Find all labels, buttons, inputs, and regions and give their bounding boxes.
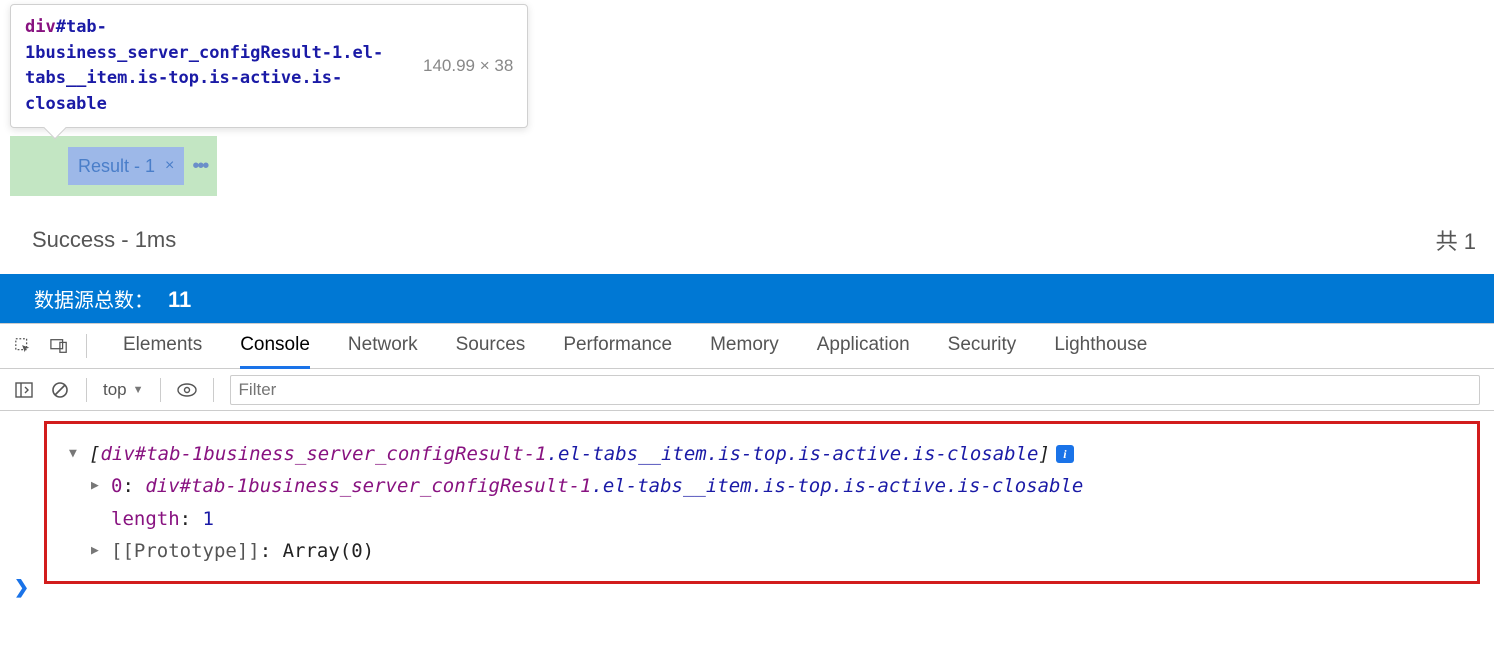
tab-sources[interactable]: Sources — [456, 324, 526, 369]
status-count: 共 1 — [1436, 224, 1476, 256]
separator: : — [180, 508, 203, 530]
divider — [213, 378, 214, 402]
property-key: length — [111, 508, 180, 530]
highlighted-output: ▼ [div#tab-1business_server_configResult… — [44, 421, 1480, 584]
element-selector-tag: div#tab-1business_server_configResult-1 — [145, 475, 591, 497]
tab-security[interactable]: Security — [948, 324, 1017, 369]
disclosure-triangle-icon[interactable]: ▶ — [91, 475, 105, 497]
property-key: [[Prototype]] — [111, 540, 260, 562]
console-toolbar: top ▼ — [0, 369, 1494, 411]
element-selector-classes: .el-tabs__item.is-top.is-active.is-closa… — [591, 475, 1083, 497]
tab-console[interactable]: Console — [240, 324, 310, 369]
separator: : — [122, 475, 145, 497]
console-prompt-icon[interactable]: ❯ — [14, 577, 29, 598]
tooltip-tag: div — [25, 17, 56, 37]
tab-elements[interactable]: Elements — [123, 324, 202, 369]
filter-input[interactable] — [230, 375, 1480, 405]
page-content: div#tab-1business_server_configResult-1.… — [0, 0, 1494, 323]
status-text: Success - 1ms — [32, 227, 176, 253]
disclosure-triangle-icon[interactable]: ▶ — [91, 540, 105, 562]
divider — [86, 334, 87, 358]
tab-performance[interactable]: Performance — [563, 324, 672, 369]
context-selector[interactable]: top ▼ — [103, 380, 144, 400]
console-output: ▼ [div#tab-1business_server_configResult… — [0, 411, 1494, 600]
more-icon[interactable]: ••• — [192, 155, 207, 178]
inspect-element-icon[interactable] — [14, 337, 32, 355]
close-icon[interactable]: × — [165, 157, 174, 175]
datasource-banner: 数据源总数： 11 — [0, 274, 1494, 323]
devtools-tabs: Elements Console Network Sources Perform… — [123, 324, 1147, 369]
sidebar-toggle-icon[interactable] — [14, 380, 34, 400]
tab-lighthouse[interactable]: Lighthouse — [1054, 324, 1147, 369]
array-index: 0 — [111, 475, 122, 497]
result-tab[interactable]: Result - 1 × — [68, 147, 184, 185]
property-value: Array(0) — [283, 540, 375, 562]
banner-label: 数据源总数： — [34, 284, 154, 313]
devtools-tab-bar: Elements Console Network Sources Perform… — [0, 323, 1494, 369]
tab-application[interactable]: Application — [817, 324, 910, 369]
banner-count: 11 — [168, 287, 191, 313]
element-selector-tag: div#tab-1business_server_configResult-1 — [100, 443, 546, 465]
clear-console-icon[interactable] — [50, 380, 70, 400]
disclosure-triangle-icon[interactable]: ▼ — [69, 443, 83, 465]
device-toolbar-icon[interactable] — [50, 337, 68, 355]
result-tab-label: Result - 1 — [78, 156, 155, 177]
info-icon[interactable]: i — [1056, 445, 1074, 463]
inspected-tab-highlight: Result - 1 × ••• — [10, 136, 217, 196]
separator: : — [260, 540, 283, 562]
property-value: 1 — [203, 508, 214, 530]
divider — [160, 378, 161, 402]
console-line-prototype[interactable]: ▶ [[Prototype]]: Array(0) — [69, 535, 1457, 567]
console-line-index[interactable]: ▶ 0: div#tab-1business_server_configResu… — [69, 470, 1457, 502]
console-line-length[interactable]: ▶ length: 1 — [69, 503, 1457, 535]
tab-network[interactable]: Network — [348, 324, 418, 369]
divider — [86, 378, 87, 402]
tooltip-dimensions: 140.99 × 38 — [423, 53, 513, 79]
tooltip-selector-rest: #tab-1business_server_configResult-1.el-… — [25, 17, 383, 114]
tab-memory[interactable]: Memory — [710, 324, 779, 369]
chevron-down-icon: ▼ — [133, 384, 144, 396]
console-line-array[interactable]: ▼ [div#tab-1business_server_configResult… — [69, 438, 1457, 470]
context-label: top — [103, 380, 127, 400]
tooltip-selector: div#tab-1business_server_configResult-1.… — [25, 15, 405, 117]
element-selector-classes: .el-tabs__item.is-top.is-active.is-closa… — [547, 443, 1039, 465]
open-bracket: [ — [89, 443, 100, 465]
live-expression-icon[interactable] — [177, 380, 197, 400]
status-row: Success - 1ms 共 1 — [0, 196, 1494, 274]
inspector-tooltip: div#tab-1business_server_configResult-1.… — [10, 4, 528, 128]
close-bracket: ] — [1038, 443, 1049, 465]
